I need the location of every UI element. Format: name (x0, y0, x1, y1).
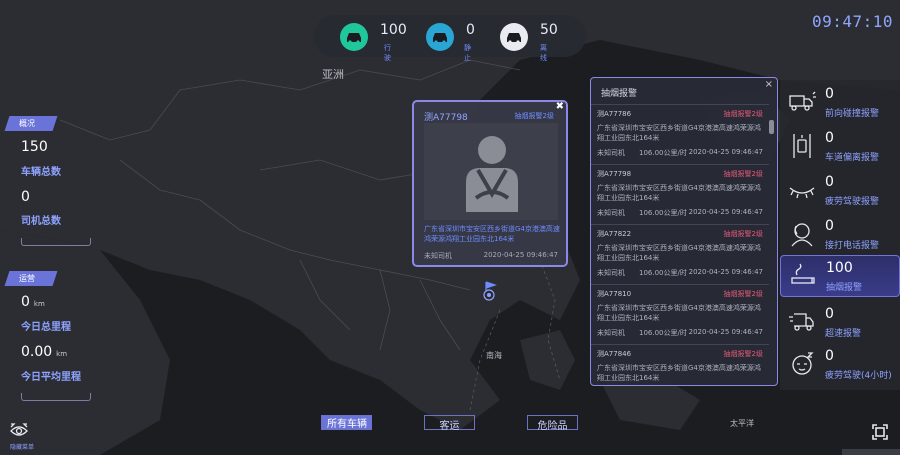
alarm-panel-close-icon[interactable]: × (765, 79, 773, 90)
alarm-type-phone[interactable]: 0 接打电话报警 (780, 214, 900, 256)
alarm-list-item[interactable]: 测A77822 抽烟报警2级 广东省深圳市宝安区西乡街道G4京港澳高速鸿荣源鸿翔… (591, 224, 769, 284)
tab-passenger[interactable]: 客运 (424, 415, 475, 432)
alarm-panel-title: 抽烟报警 (601, 89, 638, 99)
today-mileage-label: 今日总里程 (21, 322, 71, 333)
popup-plate: 测A77798 (424, 113, 468, 123)
popup-alarm-type: 抽烟报警2级 (514, 112, 554, 120)
alarm-list-scrollbar[interactable] (769, 120, 774, 134)
vehicle-popup: ✖ 测A77798 抽烟报警2级 广东省深圳市宝安区西乡街道G4京港澳高速鸿荣源… (412, 100, 568, 267)
alarm-list-item[interactable]: 测A77810 抽烟报警2级 广东省深圳市宝安区西乡街道G4京港澳高速鸿荣源鸿翔… (591, 284, 769, 344)
alarm-type-smoking[interactable]: 100 抽烟报警 (780, 255, 900, 297)
map-label-south-sea: 南海 (486, 351, 502, 360)
map-label-pacific: 太平洋 (730, 419, 754, 428)
operations-tag: 运营 (4, 271, 58, 286)
overview-tag: 概况 (4, 116, 58, 131)
alarm-list-item[interactable]: 测A77798 抽烟报警2级 广东省深圳市宝安区西乡街道G4京港澳高速鸿荣源鸿翔… (591, 164, 769, 224)
car-icon (426, 23, 454, 51)
smoking-alarm-panel: 抽烟报警 × 测A77786 抽烟报警2级 广东省深圳市宝安区西乡街道G4京港澳… (590, 77, 778, 386)
stat-driving-value: 100 (380, 22, 407, 38)
popup-driver: 未知司机 (424, 252, 452, 260)
drivers-total-value: 0 (21, 189, 30, 205)
alarm-type-forward-collision[interactable]: 0 前向碰撞报警 (780, 82, 900, 124)
closed-eye-icon (789, 187, 815, 199)
alarm-type-speeding[interactable]: 0 超速报警 (780, 302, 900, 344)
operations-divider (21, 393, 91, 401)
fullscreen-icon[interactable] (872, 424, 888, 440)
speeding-truck-icon (789, 313, 814, 331)
alarm-list[interactable]: 测A77786 抽烟报警2级 广东省深圳市宝安区西乡街道G4京港澳高速鸿荣源鸿翔… (591, 104, 769, 385)
status-strip (842, 449, 900, 455)
alarm-list-item[interactable]: 测A77846 抽烟报警2级 广东省深圳市宝安区西乡街道G4京港澳高速鸿荣源鸿翔… (591, 344, 769, 385)
smoking-icon (791, 263, 815, 284)
vehicles-total-label: 车辆总数 (21, 167, 61, 178)
car-icon (500, 23, 528, 51)
vehicles-total-value: 150 (21, 139, 48, 155)
truck-collision-icon (789, 91, 816, 111)
tab-all-vehicles-label: 所有车辆 (327, 419, 367, 430)
overview-divider (21, 238, 91, 246)
car-icon (340, 23, 368, 51)
popup-time: 2020-04-25 09:46:47 (483, 251, 558, 259)
map-label-asia: 亚洲 (322, 68, 344, 81)
popup-close-icon[interactable]: ✖ (556, 101, 564, 112)
alarm-type-fatigue[interactable]: 0 疲劳驾驶报警 (780, 170, 900, 212)
today-avg-mileage-value: 0.00 km (21, 344, 68, 360)
fatigue-face-icon (792, 352, 814, 375)
lane-departure-icon (793, 134, 811, 158)
today-avg-mileage-label: 今日平均里程 (21, 372, 81, 383)
tab-hazardous[interactable]: 危险品 (527, 415, 578, 432)
drivers-total-label: 司机总数 (21, 216, 61, 227)
stat-stationary-label: 静止 (464, 44, 471, 62)
alarm-type-fatigue-4h[interactable]: 0 疲劳驾驶(4小时) (780, 344, 900, 386)
stat-driving-label: 行驶 (384, 44, 391, 62)
clock: 09:47:10 (812, 12, 894, 31)
stat-stationary-value: 0 (466, 22, 475, 38)
hide-menu-label: 隐藏菜单 (10, 444, 35, 451)
eye-icon[interactable] (10, 423, 28, 439)
vehicle-status-bar: 100 行驶 0 静止 50 离线 (314, 15, 586, 62)
driver-avatar-icon (466, 136, 518, 212)
driver-photo[interactable] (424, 123, 558, 220)
stat-offline-label: 离线 (540, 44, 547, 62)
popup-address: 广东省深圳市宝安区西乡街道G4京港澳高速鸿荣源鸿翔工业园东北164米 (424, 225, 560, 243)
today-mileage-value: 0 km (21, 294, 45, 310)
alarm-list-item[interactable]: 测A77786 抽烟报警2级 广东省深圳市宝安区西乡街道G4京港澳高速鸿荣源鸿翔… (591, 104, 769, 164)
alarm-type-lane-departure[interactable]: 0 车道偏离报警 (780, 126, 900, 168)
stat-offline-value: 50 (540, 22, 558, 38)
alarm-type-list: 0 前向碰撞报警 0 车道偏离报警 0 疲劳驾驶报警 0 接打电话报警 100 … (780, 80, 900, 390)
phone-call-icon (791, 223, 813, 247)
